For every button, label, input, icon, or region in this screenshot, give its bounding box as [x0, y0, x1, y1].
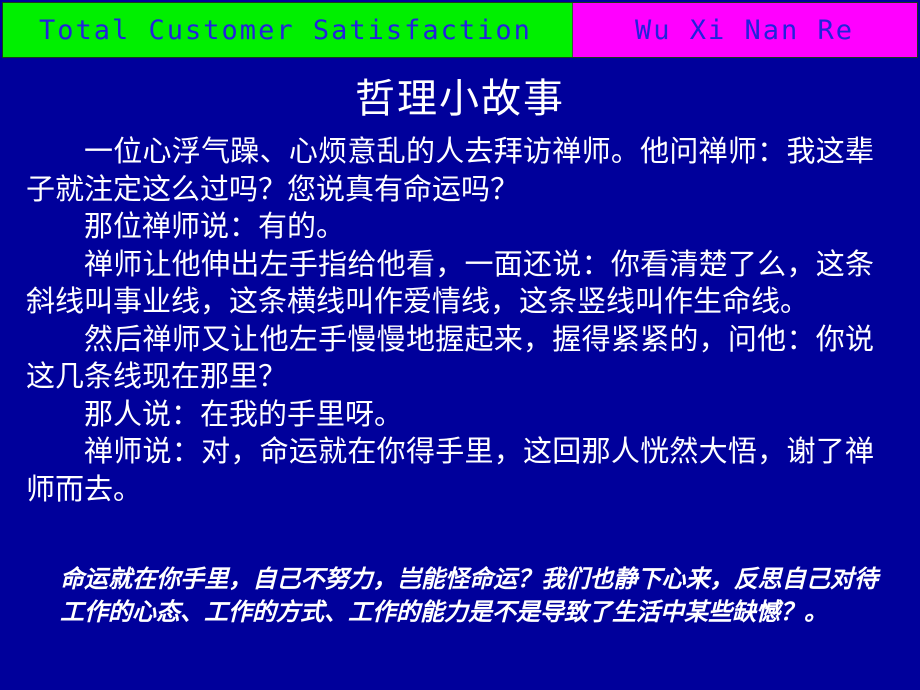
story-body: 一位心浮气躁、心烦意乱的人去拜访禅师。他问禅师：我这辈子就注定这么过吗？您说真有… — [26, 133, 874, 508]
slide-canvas: Total Customer Satisfaction Wu Xi Nan Re… — [0, 0, 920, 690]
header-banner: Total Customer Satisfaction Wu Xi Nan Re — [2, 2, 918, 58]
story-paragraph: 那位禅师说：有的。 — [84, 209, 346, 243]
story-paragraph: 然后禅师又让他左手慢慢地握起来，握得紧紧的，问他：你说这几条线现在那里？ — [26, 321, 874, 394]
banner-slogan-text: Total Customer Satisfaction — [39, 14, 532, 46]
story-paragraph: 禅师说：对，命运就在你得手里，这回那人恍然大悟，谢了禅师而去。 — [26, 434, 874, 506]
story-paragraph: 那人说：在我的手里呀。 — [84, 396, 404, 431]
conclusion-block: 命运就在你手里，自己不努力，岂能怪命运？我们也静下心来，反思自己对待工作的心态、… — [60, 563, 878, 629]
story-paragraph: 禅师让他伸出左手指给他看，一面还说：你看清楚了么，这条斜线叫事业线，这条横线叫作… — [26, 246, 874, 319]
banner-location-text: Wu Xi Nan Re — [635, 14, 855, 46]
banner-slogan-cell: Total Customer Satisfaction — [3, 3, 573, 57]
page-title: 哲理小故事 — [355, 76, 565, 122]
banner-location-cell: Wu Xi Nan Re — [573, 3, 917, 57]
conclusion-text: 命运就在你手里，自己不努力，岂能怪命运？我们也静下心来，反思自己对待工作的心态、… — [60, 565, 878, 626]
story-paragraph: 一位心浮气躁、心烦意乱的人去拜访禅师。他问禅师：我这辈子就注定这么过吗？您说真有… — [26, 134, 874, 206]
